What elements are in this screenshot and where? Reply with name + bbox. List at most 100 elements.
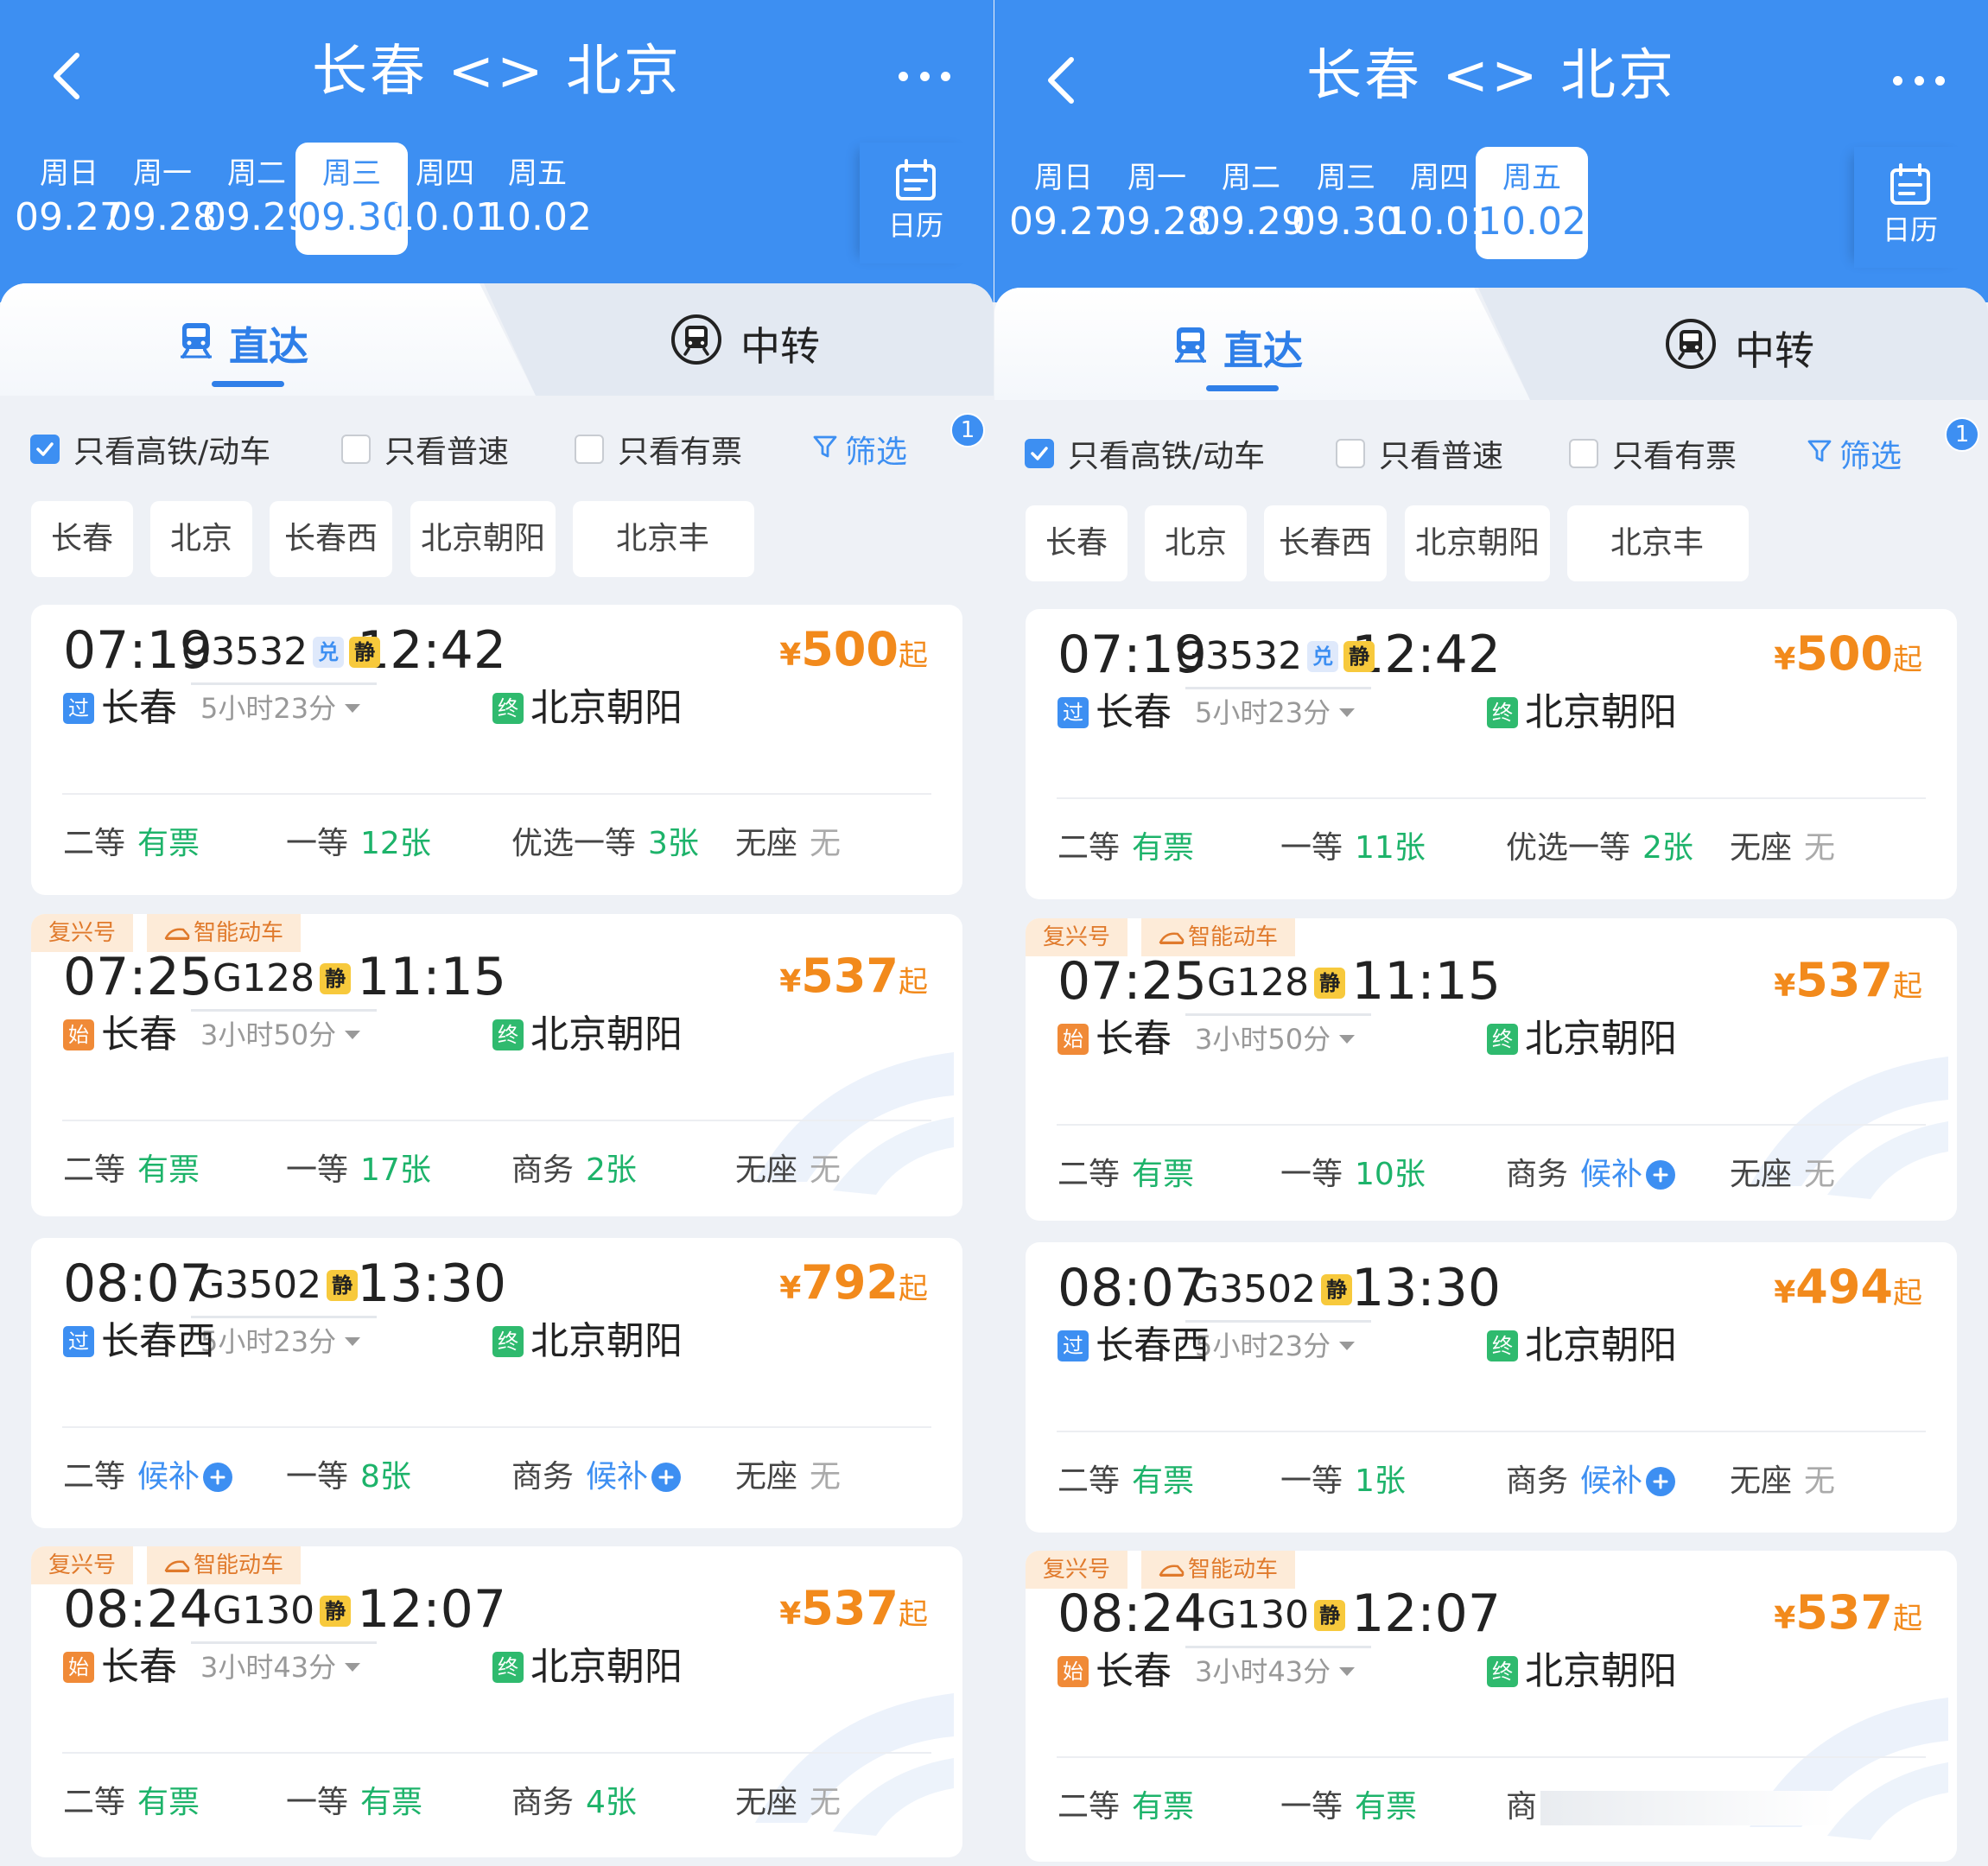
checkbox-checked[interactable]	[1025, 439, 1054, 468]
tab-direct[interactable]: 直达	[177, 318, 308, 370]
seat-availability[interactable]: 无座无	[1730, 1460, 1835, 1503]
checkbox-unchecked[interactable]	[341, 435, 371, 464]
seat-availability[interactable]: 无座无	[735, 1781, 841, 1825]
seat-availability[interactable]: 一等 8张	[286, 1456, 411, 1499]
checkbox-unchecked[interactable]	[575, 435, 604, 464]
seat-availability[interactable]: 二等 有票	[63, 1149, 200, 1192]
filter-high-speed[interactable]: 只看高铁/动车	[1025, 428, 1265, 479]
seat-availability[interactable]: 商务 候补	[1506, 1153, 1676, 1196]
train-number[interactable]: G3502 静	[195, 1260, 359, 1311]
station-chip[interactable]: 北京朝阳	[410, 501, 556, 577]
seat-availability[interactable]: 无座无	[735, 1456, 841, 1499]
seat-availability[interactable]: 优选一等 3张	[511, 822, 699, 866]
tab-direct[interactable]: 直达	[1172, 322, 1303, 374]
seat-class: 一等	[1280, 1789, 1343, 1825]
station-chip[interactable]: 北京朝阳	[1405, 505, 1550, 581]
trip-duration[interactable]: 5小时23分	[1195, 694, 1356, 732]
more-options-icon[interactable]	[899, 67, 950, 85]
station-chip[interactable]: 长春	[31, 501, 133, 577]
seat-availability[interactable]: 二等 有票	[1058, 1786, 1194, 1829]
calendar-button[interactable]: 日历	[860, 143, 972, 263]
seat-availability[interactable]: 二等 有票	[63, 1781, 200, 1825]
train-number[interactable]: G130 静	[213, 1585, 352, 1637]
seat-availability[interactable]: 一等 11张	[1280, 827, 1426, 870]
waitlist-add-icon[interactable]	[203, 1463, 233, 1492]
seat-availability[interactable]: 二等 候补	[63, 1456, 233, 1499]
train-number[interactable]: G3502 静	[1190, 1264, 1353, 1316]
station-chip[interactable]: 长春西	[270, 501, 392, 577]
seat-availability[interactable]: 一等 12张	[286, 822, 431, 866]
seat-availability[interactable]: 一等 1张	[1280, 1460, 1406, 1503]
filter-high-speed[interactable]: 只看高铁/动车	[30, 423, 270, 475]
train-number[interactable]: G128 静	[1207, 957, 1346, 1009]
seat-availability[interactable]: 一等 17张	[286, 1149, 431, 1192]
trip-duration[interactable]: 3小时50分	[1195, 1020, 1356, 1058]
checkbox-unchecked[interactable]	[1569, 439, 1598, 468]
trip-duration[interactable]: 3小时50分	[200, 1016, 362, 1054]
seat-availability[interactable]: 无座无	[735, 1149, 841, 1192]
tab-transfer[interactable]: 中转	[670, 314, 820, 370]
train-card[interactable]: 复兴号 智能动车 08:24 12:07 G130 静 3小时43分始长春终北京朝阳 ¥537…	[31, 1546, 962, 1857]
train-number[interactable]: G128 静	[213, 953, 352, 1005]
filter-normal-speed[interactable]: 只看普速	[341, 423, 509, 475]
filter-has-ticket[interactable]: 只看有票	[575, 423, 742, 475]
checkbox-unchecked[interactable]	[1336, 439, 1365, 468]
seat-availability[interactable]: 商务 候补	[1506, 1460, 1676, 1503]
filter-screen-button[interactable]: 筛选	[1807, 428, 1902, 479]
seat-availability[interactable]: 无座无	[1730, 1153, 1835, 1196]
trip-duration[interactable]: 5小时23分	[1195, 1327, 1356, 1365]
station-chip[interactable]: 北京丰	[1567, 505, 1749, 581]
seat-availability[interactable]: 二等 有票	[63, 822, 200, 866]
train-number[interactable]: G130 静	[1207, 1590, 1346, 1641]
seat-availability[interactable]: 一等 10张	[1280, 1153, 1426, 1196]
station-chip[interactable]: 北京	[1145, 505, 1247, 581]
station-chip[interactable]: 北京	[150, 501, 252, 577]
seat-availability[interactable]: 无座无	[735, 822, 841, 866]
seat-availability[interactable]: 一等 有票	[1280, 1786, 1417, 1829]
more-options-icon[interactable]	[1893, 72, 1945, 89]
departure-station: 始长春	[1058, 1646, 1172, 1698]
seat-availability[interactable]: 一等 有票	[286, 1781, 422, 1825]
station-chip[interactable]: 北京丰	[573, 501, 754, 577]
checkbox-checked[interactable]	[30, 435, 60, 464]
seat-availability[interactable]: 二等 有票	[1058, 1153, 1194, 1196]
seat-availability[interactable]: 商务 2张	[511, 1149, 637, 1192]
station-chip[interactable]: 长春西	[1264, 505, 1387, 581]
train-number[interactable]: G3532 兑静	[181, 626, 381, 678]
station-chip[interactable]: 长春	[1026, 505, 1127, 581]
price-value: 537	[1795, 1585, 1893, 1640]
train-card[interactable]: 复兴号 智能动车 07:25 11:15 G128 静 3小时50分始长春终北京朝阳 ¥537…	[31, 914, 962, 1216]
trip-duration[interactable]: 3小时43分	[1195, 1653, 1356, 1691]
train-card[interactable]: 07:19 12:42 G3532 兑静 5小时23分过长春终北京朝阳 ¥500 起二等 有票…	[31, 605, 962, 895]
seat-availability[interactable]: 二等 有票	[1058, 827, 1194, 870]
seat-availability[interactable]: 无座无	[1730, 827, 1835, 870]
train-card[interactable]: 08:07 13:30 G3502 静 5小时23分过长春西终北京朝阳 ¥792 起二等 候补…	[31, 1238, 962, 1528]
chevron-down-icon	[336, 1661, 362, 1673]
filter-screen-button[interactable]: 筛选	[812, 423, 907, 475]
train-number-text: G130	[213, 1589, 315, 1633]
calendar-button[interactable]: 日历	[1854, 147, 1966, 268]
filter-normal-speed[interactable]: 只看普速	[1336, 428, 1503, 479]
seat-availability[interactable]: 二等 有票	[1058, 1460, 1194, 1503]
train-card[interactable]: 08:07 13:30 G3502 静 5小时23分过长春西终北京朝阳 ¥494 起二等 有票…	[1026, 1242, 1957, 1533]
filter-has-ticket[interactable]: 只看有票	[1569, 428, 1737, 479]
date-tab-10.02[interactable]: 周五 10.02	[1476, 147, 1588, 259]
seat-availability[interactable]: 商务 候补	[511, 1456, 682, 1499]
trip-duration[interactable]: 3小时43分	[200, 1648, 362, 1686]
train-card[interactable]: 07:19 12:42 G3532 兑静 5小时23分过长春终北京朝阳 ¥500 起二等 有票…	[1026, 609, 1957, 899]
waitlist-add-icon[interactable]	[1646, 1467, 1676, 1496]
funnel-icon	[812, 432, 845, 467]
train-number[interactable]: G3532 兑静	[1176, 631, 1375, 682]
date-tab-10.02[interactable]: 周五 10.02	[481, 143, 594, 255]
seat-availability[interactable]: 商务 4张	[511, 1781, 637, 1825]
seat-availability[interactable]: 优选一等 2张	[1506, 827, 1693, 870]
trip-duration[interactable]: 5小时23分	[200, 1323, 362, 1361]
trip-duration[interactable]: 5小时23分	[200, 689, 362, 727]
waitlist-add-icon[interactable]	[1646, 1160, 1676, 1190]
seat-status: 候补	[1580, 1157, 1643, 1192]
train-card[interactable]: 复兴号 智能动车 08:24 12:07 G130 静 3小时43分始长春终北京朝阳 ¥537…	[1026, 1551, 1957, 1862]
tab-transfer[interactable]: 中转	[1664, 318, 1814, 374]
waitlist-add-icon[interactable]	[651, 1463, 682, 1492]
train-card[interactable]: 复兴号 智能动车 07:25 11:15 G128 静 3小时50分始长春终北京朝阳 ¥537…	[1026, 918, 1957, 1221]
terminal-badge: 终	[492, 693, 524, 724]
